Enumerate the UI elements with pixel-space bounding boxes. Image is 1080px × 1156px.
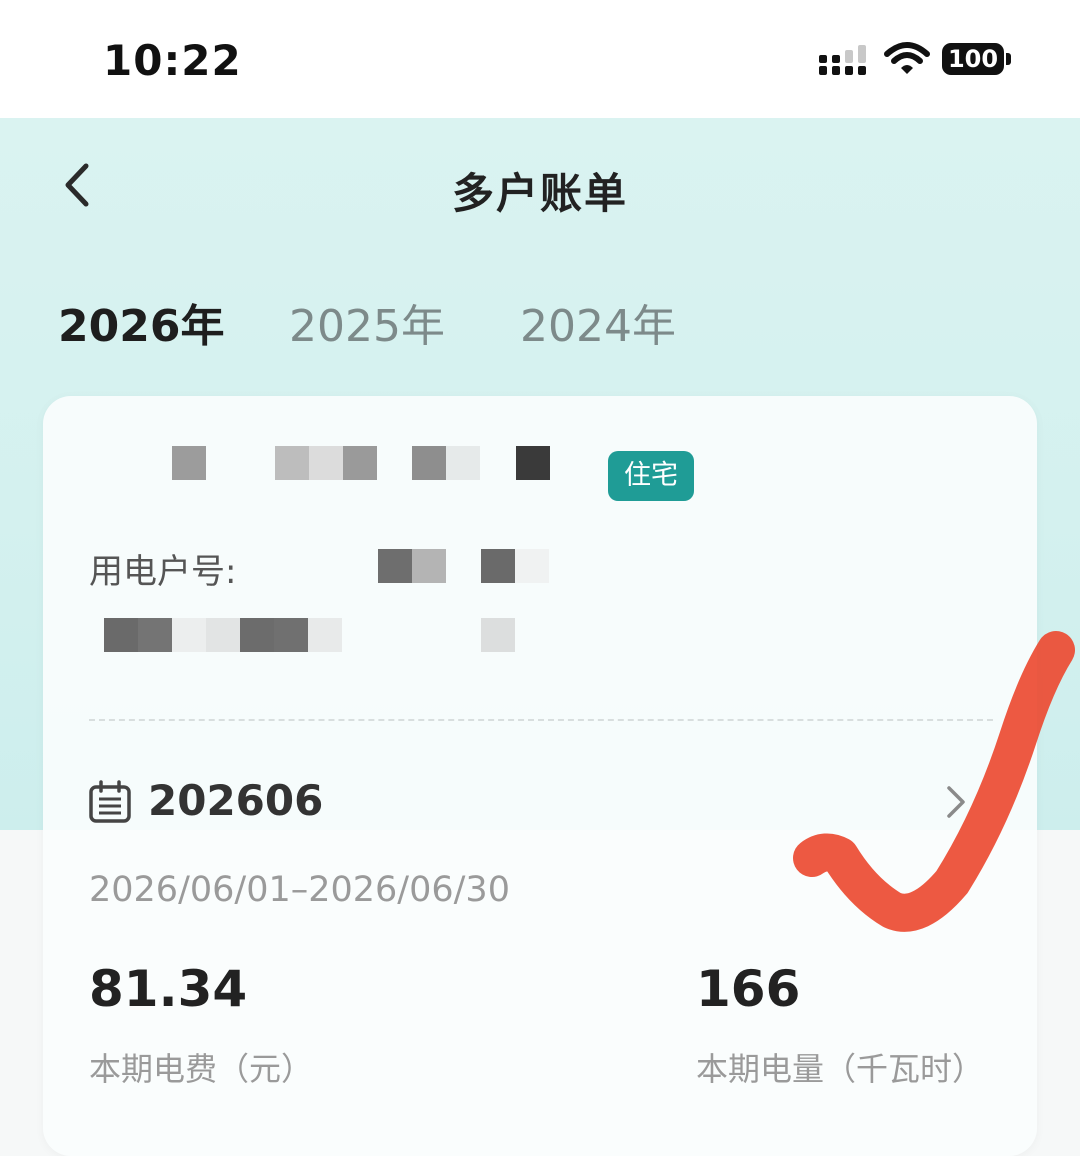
calendar-icon xyxy=(89,780,131,823)
residential-badge: 住宅 xyxy=(608,451,694,501)
fee-label: 本期电费（元） xyxy=(89,1050,314,1088)
usage-label: 本期电量（千瓦时） xyxy=(696,1050,985,1088)
tab-2026[interactable]: 2026年 xyxy=(58,290,224,354)
status-bar: 10:22 100 xyxy=(0,0,1080,118)
battery-icon: 100 xyxy=(942,43,1004,75)
page-title: 多户账单 xyxy=(451,169,628,218)
account-number-label: 用电户号: xyxy=(89,552,237,592)
usage-value: 166 xyxy=(696,960,801,1018)
status-time: 10:22 xyxy=(103,36,242,85)
tab-2025[interactable]: 2025年 xyxy=(289,290,445,354)
fee-value: 81.34 xyxy=(89,960,248,1018)
wifi-icon xyxy=(884,42,930,74)
tab-2024[interactable]: 2024年 xyxy=(520,290,676,354)
battery-nub xyxy=(1006,53,1011,65)
dashed-divider xyxy=(89,719,993,721)
date-range: 2026/06/01–2026/06/30 xyxy=(89,870,510,910)
chevron-right-icon[interactable] xyxy=(943,784,969,820)
bill-period: 202606 xyxy=(148,776,324,825)
signal-icon xyxy=(819,45,866,75)
